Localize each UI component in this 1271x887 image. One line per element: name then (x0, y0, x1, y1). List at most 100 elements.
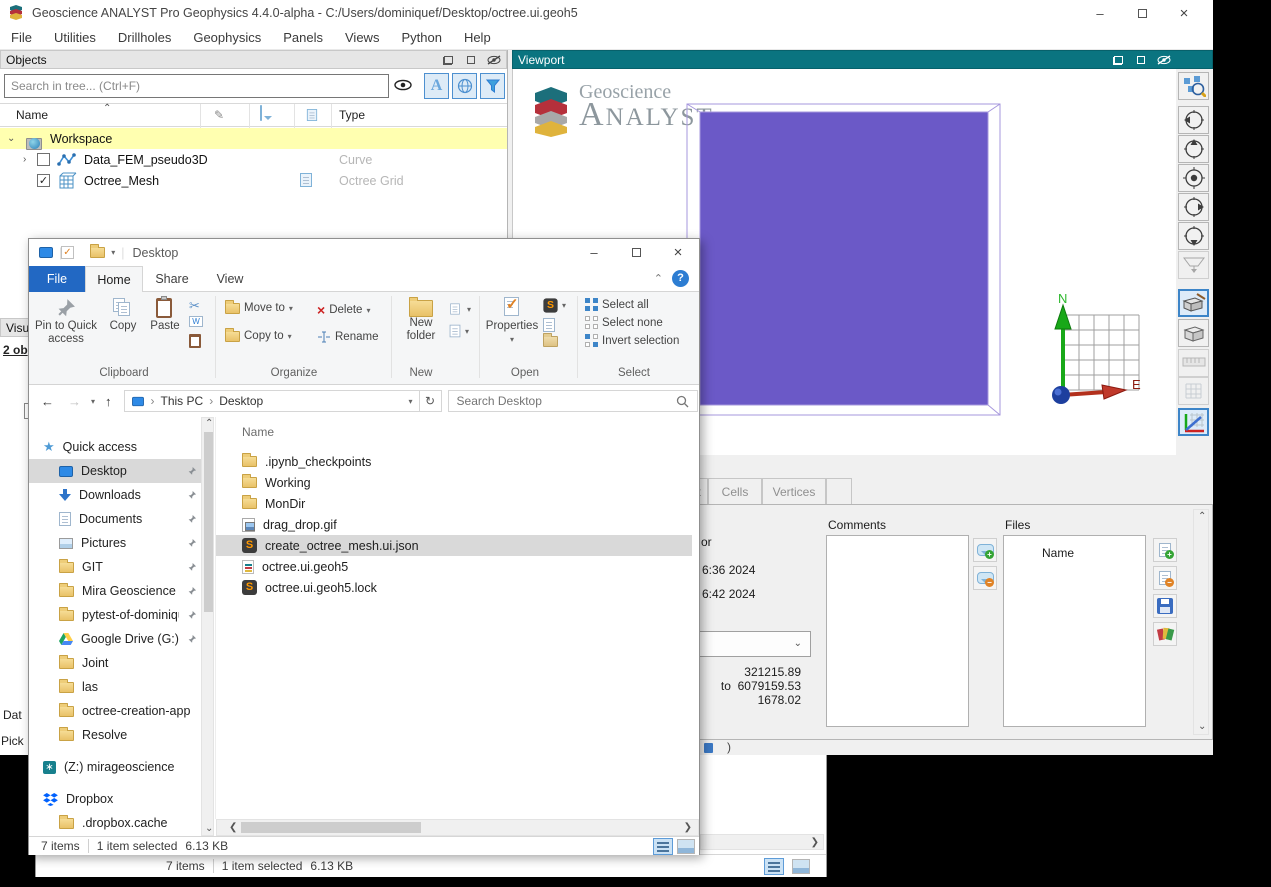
select-none-button[interactable]: Select none (585, 316, 663, 329)
export-file-button[interactable] (1153, 622, 1177, 646)
float-panel-icon[interactable] (440, 53, 456, 67)
objects-count-link-fragment[interactable]: 2 ob (3, 343, 28, 357)
back-icon[interactable]: ← (41, 394, 54, 409)
search-box[interactable] (448, 390, 698, 412)
measure-tool-button[interactable] (1178, 349, 1209, 377)
type-column-header[interactable]: Type (339, 108, 365, 122)
sidebar-item-dropbox[interactable]: Dropbox (29, 787, 201, 811)
name-column-header[interactable]: Name (242, 425, 274, 439)
sidebar-item-quick-access[interactable]: ★Quick access (29, 435, 201, 459)
menu-file[interactable]: File (0, 30, 43, 45)
perspective-view-button[interactable] (1178, 289, 1209, 317)
details-view-icon[interactable] (653, 838, 673, 855)
menu-python[interactable]: Python (390, 30, 452, 45)
orthographic-view-button[interactable] (1178, 319, 1209, 347)
qat-checkmark-icon[interactable]: ✓ (61, 246, 74, 259)
scroll-up-icon[interactable]: ⌃ (205, 419, 213, 429)
scroll-left-icon[interactable]: ❮ (229, 823, 237, 833)
add-comment-button[interactable]: + (973, 538, 997, 562)
sidebar-item-network-drive[interactable]: ∗(Z:) mirageoscience (29, 755, 201, 779)
file-row-geoh5[interactable]: octree.ui.geoh5 (216, 556, 692, 577)
move-to-button[interactable]: Move to▾ (225, 302, 293, 314)
sidebar-item-las[interactable]: las (29, 675, 201, 699)
breadcrumb-desktop[interactable]: Desktop (219, 394, 263, 408)
maximize-panel-icon[interactable] (1133, 53, 1149, 67)
comments-box[interactable] (826, 535, 969, 727)
octree-mesh-3d-object[interactable] (685, 102, 1003, 418)
file-list-horizontal-scrollbar[interactable]: ❮ ❯ (216, 819, 699, 836)
sidebar-item-resolve[interactable]: Resolve (29, 723, 201, 747)
file-row-mondir[interactable]: MonDir (216, 493, 692, 514)
name-column-header[interactable]: Name (16, 108, 48, 122)
files-box[interactable]: Name (1003, 535, 1146, 727)
expand-icon[interactable]: › (23, 155, 26, 165)
minimize-button[interactable]: – (573, 239, 615, 265)
menu-geophysics[interactable]: Geophysics (182, 30, 272, 45)
axis-widget-toggle-button[interactable] (1178, 408, 1209, 436)
collapse-icon[interactable]: ⌄ (7, 134, 15, 144)
cut-button[interactable]: ✂ (189, 298, 200, 314)
sidebar-item-documents[interactable]: Documents (29, 507, 201, 531)
sidebar-item-git[interactable]: GIT (29, 555, 201, 579)
pin-to-quick-access-button[interactable]: Pin to Quick access (35, 296, 97, 346)
remove-comment-button[interactable]: − (973, 566, 997, 590)
maximize-panel-icon[interactable] (463, 53, 479, 67)
file-row-ipynb[interactable]: .ipynb_checkpoints (216, 451, 692, 472)
globe-tool-button[interactable] (452, 73, 477, 99)
breadcrumb-this-pc[interactable]: This PC (161, 394, 204, 408)
properties-button[interactable]: ✓ Properties ▾ (485, 296, 539, 346)
horizontal-scrollbar[interactable]: ❯ (700, 834, 824, 850)
label-tool-button[interactable]: A (424, 73, 449, 99)
tree-row-workspace[interactable]: ⌄ Workspace (0, 128, 507, 149)
invert-selection-button[interactable]: Invert selection (585, 334, 679, 347)
new-item-button[interactable]: ▾ (449, 324, 469, 338)
new-folder-button[interactable]: New folder (397, 296, 445, 343)
tree-row-octree-mesh[interactable]: ✓ Octree_Mesh Octree Grid (0, 170, 507, 191)
file-row-geoh5-lock[interactable]: octree.ui.geoh5.lock (216, 577, 692, 598)
view-north-button[interactable] (1178, 135, 1209, 163)
grid-overlay-button[interactable] (1178, 377, 1209, 405)
tab-home[interactable]: Home (85, 266, 143, 292)
tab-stub[interactable] (826, 478, 852, 505)
search-tree-input[interactable] (4, 74, 389, 98)
scroll-up-icon[interactable]: ⌃ (1198, 512, 1206, 522)
edit-button[interactable] (543, 318, 555, 332)
tab-view[interactable]: View (201, 266, 259, 292)
clip-view-button[interactable] (1178, 251, 1209, 279)
rename-button[interactable]: Rename (317, 330, 378, 344)
forward-icon[interactable]: → (68, 394, 81, 409)
hide-panel-icon[interactable] (486, 53, 502, 67)
save-file-button[interactable] (1153, 594, 1177, 618)
help-icon[interactable]: ? (672, 270, 689, 287)
filter-tool-button[interactable] (480, 73, 505, 99)
paste-shortcut-button[interactable] (189, 334, 201, 348)
thumbnails-view-icon[interactable] (677, 839, 695, 854)
sidebar-item-google-drive[interactable]: Google Drive (G:) (29, 627, 201, 651)
collapse-ribbon-icon[interactable]: ⌃ (654, 272, 663, 285)
copy-to-button[interactable]: Copy to▾ (225, 330, 292, 342)
history-button[interactable] (543, 336, 558, 347)
edit-column-icon[interactable]: ✎ (214, 108, 224, 122)
visibility-eye-icon[interactable] (394, 78, 412, 96)
copy-button[interactable]: Copy (103, 296, 143, 333)
file-row-working[interactable]: Working (216, 472, 692, 493)
add-file-button[interactable]: + (1153, 538, 1177, 562)
sidebar-item-octree-creation-app[interactable]: octree-creation-app (29, 699, 201, 723)
scroll-down-icon[interactable]: ⌄ (205, 824, 213, 834)
close-button[interactable]: × (657, 239, 699, 265)
up-icon[interactable]: ↑ (105, 394, 112, 409)
delete-button[interactable]: × Delete▾ (317, 302, 370, 318)
qat-dropdown-icon[interactable]: ▾ (111, 248, 115, 257)
copy-path-button[interactable]: W (189, 316, 203, 327)
float-panel-icon[interactable] (1110, 53, 1126, 67)
sort-ascending-icon[interactable]: ⌃ (103, 104, 111, 114)
zoom-to-selection-button[interactable] (1178, 72, 1209, 100)
search-input[interactable] (457, 394, 676, 408)
menu-drillholes[interactable]: Drillholes (107, 30, 182, 45)
recent-locations-icon[interactable]: ▾ (91, 397, 95, 406)
close-button[interactable]: × (1163, 0, 1205, 26)
file-row-gif[interactable]: drag_drop.gif (216, 514, 692, 535)
open-with-button[interactable]: ▾ (543, 298, 566, 313)
scroll-right-icon[interactable]: ❯ (684, 823, 692, 833)
remove-file-button[interactable]: − (1153, 566, 1177, 590)
